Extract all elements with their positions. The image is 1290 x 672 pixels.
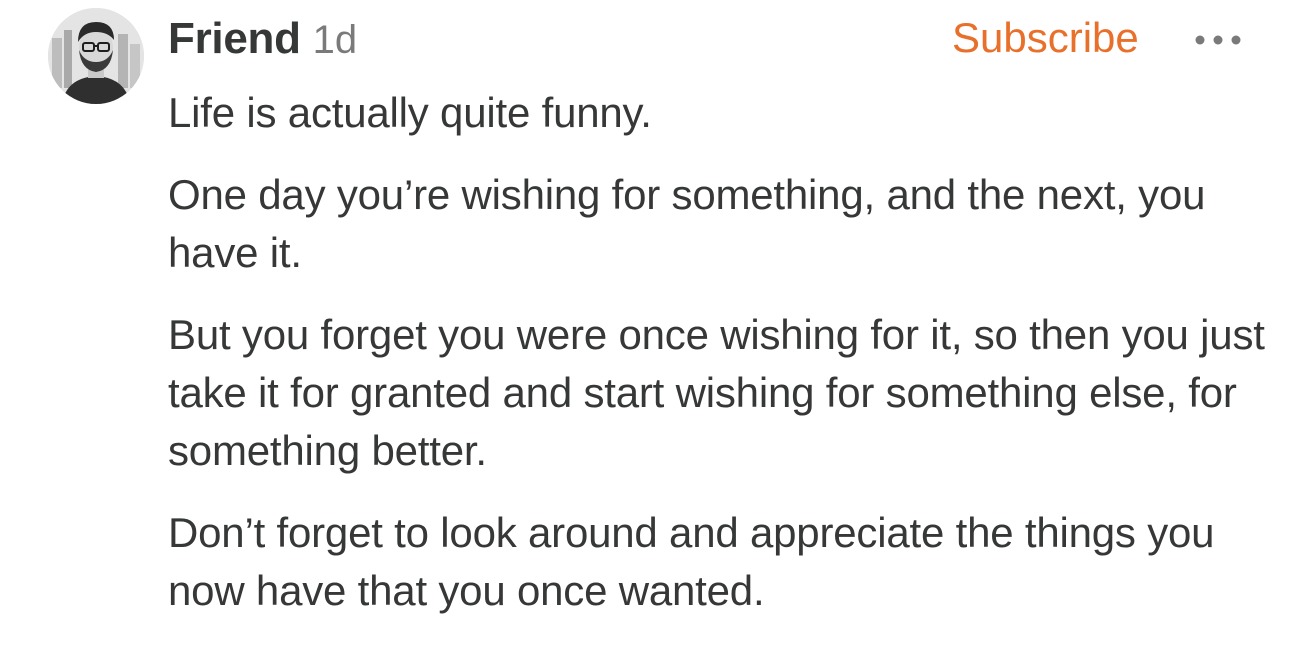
avatar[interactable] (48, 8, 144, 104)
comment-paragraph: One day you’re wishing for something, an… (168, 171, 1206, 276)
comment-paragraph: Life is actually quite funny. (168, 89, 652, 136)
timestamp[interactable]: 1d (313, 18, 358, 63)
more-horizontal-icon[interactable] (1194, 34, 1242, 46)
subscribe-button[interactable]: Subscribe (952, 14, 1139, 62)
author-name[interactable]: Friend (168, 14, 301, 64)
avatar-illustration (48, 8, 144, 104)
comment-header: Friend 1d (168, 14, 357, 66)
comment-body: Life is actually quite funny. One day yo… (168, 84, 1268, 644)
comment-paragraph: But you forget you were once wishing for… (168, 311, 1265, 474)
comment-paragraph: Don’t forget to look around and apprecia… (168, 509, 1215, 614)
